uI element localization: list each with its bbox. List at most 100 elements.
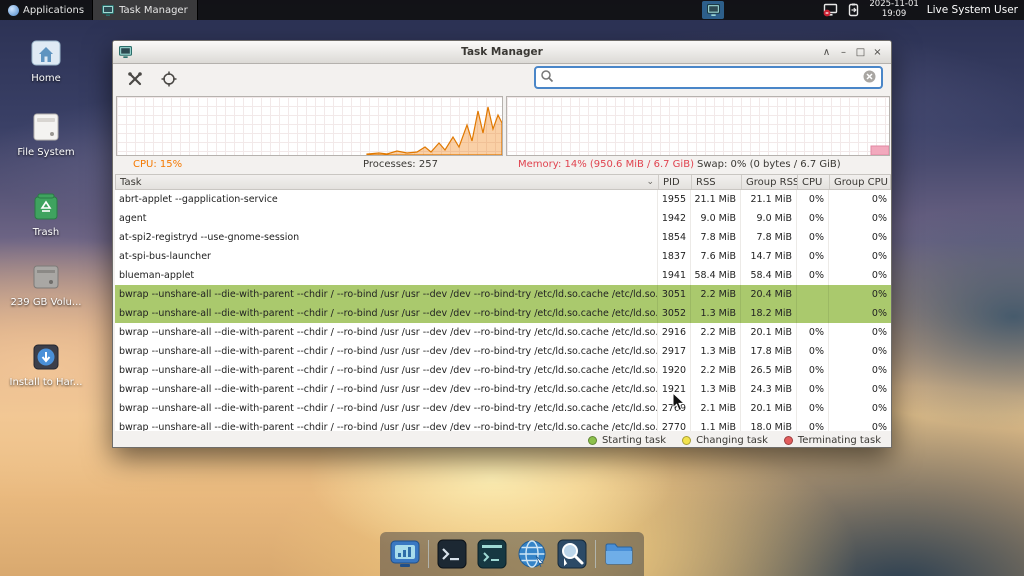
group-rss-cell: 14.7 MiB: [741, 247, 797, 266]
trash-icon: [29, 190, 63, 224]
rss-cell: 58.4 MiB: [691, 266, 741, 285]
table-row[interactable]: at-spi2-registryd --use-gnome-session 18…: [115, 228, 891, 247]
cpu-cell: 0%: [797, 342, 829, 361]
dock-separator: [595, 540, 596, 568]
table-row[interactable]: abrt-applet --gapplication-service 1955 …: [115, 190, 891, 209]
task-cell: bwrap --unshare-all --die-with-parent --…: [115, 399, 658, 418]
pid-cell: 2769: [658, 399, 691, 418]
cpu-cell: 0%: [797, 323, 829, 342]
column-header-pid[interactable]: PID: [659, 175, 692, 189]
task-cell: bwrap --unshare-all --die-with-parent --…: [115, 285, 658, 304]
tray-task-manager-button[interactable]: [702, 1, 724, 19]
remote-display-tray-icon[interactable]: [823, 3, 838, 17]
cpu-cell: 0%: [797, 247, 829, 266]
search-input[interactable]: [554, 71, 863, 84]
task-cell: bwrap --unshare-all --die-with-parent --…: [115, 304, 658, 323]
column-header-task[interactable]: Task ⌄: [116, 175, 659, 189]
titlebar[interactable]: Task Manager ∧ – □ ×: [113, 41, 891, 64]
table-row[interactable]: bwrap --unshare-all --die-with-parent --…: [115, 304, 891, 323]
group-rss-cell: 20.1 MiB: [741, 323, 797, 342]
sort-chevron-icon: ⌄: [646, 177, 654, 187]
rss-cell: 2.2 MiB: [691, 361, 741, 380]
column-header-group-cpu[interactable]: Group CPU: [830, 175, 892, 189]
shade-button[interactable]: ∧: [819, 45, 834, 60]
task-cell: bwrap --unshare-all --die-with-parent --…: [115, 380, 658, 399]
applications-menu[interactable]: Applications: [0, 0, 92, 20]
task-cell: at-spi-bus-launcher: [115, 247, 658, 266]
group-cpu-cell: 0%: [829, 285, 891, 304]
cpu-cell: 0%: [797, 399, 829, 418]
desktop-icon-volume[interactable]: 239 GB Volu...: [8, 260, 84, 308]
cpu-cell: 0%: [797, 228, 829, 247]
rss-cell: 2.1 MiB: [691, 399, 741, 418]
table-row[interactable]: bwrap --unshare-all --die-with-parent --…: [115, 418, 891, 431]
dock-file-manager[interactable]: [602, 537, 636, 571]
desktop-icon-home[interactable]: Home: [8, 36, 84, 84]
group-rss-cell: 20.1 MiB: [741, 399, 797, 418]
table-header: Task ⌄ PID RSS Group RSS CPU Group CPU: [115, 174, 891, 190]
column-header-rss[interactable]: RSS: [692, 175, 742, 189]
legend-changing: Changing task: [682, 435, 768, 446]
table-row[interactable]: blueman-applet 1941 58.4 MiB 58.4 MiB 0%…: [115, 266, 891, 285]
table-row[interactable]: bwrap --unshare-all --die-with-parent --…: [115, 342, 891, 361]
task-cell: bwrap --unshare-all --die-with-parent --…: [115, 418, 658, 431]
cpu-cell: [797, 285, 829, 304]
session-power-tray-icon[interactable]: [846, 3, 861, 17]
clock-date: 2025-11-01: [869, 0, 918, 9]
close-button[interactable]: ×: [870, 45, 885, 60]
group-cpu-cell: 0%: [829, 342, 891, 361]
rss-cell: 2.2 MiB: [691, 323, 741, 342]
table-row[interactable]: bwrap --unshare-all --die-with-parent --…: [115, 399, 891, 418]
table-row[interactable]: bwrap --unshare-all --die-with-parent --…: [115, 361, 891, 380]
desktop-icon-installer[interactable]: Install to Har...: [8, 340, 84, 388]
table-row[interactable]: bwrap --unshare-all --die-with-parent --…: [115, 380, 891, 399]
processes-stat: Processes: 257: [363, 159, 438, 170]
rss-cell: 1.1 MiB: [691, 418, 741, 431]
desktop-icon-filesystem[interactable]: File System: [8, 110, 84, 158]
desktop: Applications Task Manager 2025-11-01 19:…: [0, 0, 1024, 576]
table-row[interactable]: at-spi-bus-launcher 1837 7.6 MiB 14.7 Mi…: [115, 247, 891, 266]
swap-stat: Swap: 0% (0 bytes / 6.7 GiB): [697, 159, 841, 170]
dock-terminal-alt[interactable]: [475, 537, 509, 571]
desktop-icon-trash[interactable]: Trash: [8, 190, 84, 238]
group-rss-cell: 7.8 MiB: [741, 228, 797, 247]
pid-cell: 2916: [658, 323, 691, 342]
dock-terminal[interactable]: [435, 537, 469, 571]
cpu-cell: 0%: [797, 380, 829, 399]
distro-logo-icon: [8, 5, 19, 16]
desktop-icon-label: Trash: [33, 227, 59, 238]
group-cpu-cell: 0%: [829, 247, 891, 266]
group-cpu-cell: 0%: [829, 418, 891, 431]
maximize-button[interactable]: □: [853, 45, 868, 60]
pid-cell: 3052: [658, 304, 691, 323]
task-manager-icon: [102, 5, 114, 16]
stats-row: CPU: 15% Processes: 257 Memory: 14% (950…: [113, 159, 891, 173]
group-rss-cell: 21.1 MiB: [741, 190, 797, 209]
process-rows: abrt-applet --gapplication-service 1955 …: [115, 190, 891, 431]
dock-application-finder[interactable]: [555, 537, 589, 571]
clock[interactable]: 2025-11-01 19:09: [869, 0, 918, 20]
table-row[interactable]: agent 1942 9.0 MiB 9.0 MiB 0% 0%: [115, 209, 891, 228]
terminal-icon: [436, 538, 468, 570]
taskbar-window-button[interactable]: Task Manager: [92, 0, 198, 20]
clock-time: 19:09: [882, 9, 907, 19]
legend-starting: Starting task: [588, 435, 666, 446]
pid-cell: 1854: [658, 228, 691, 247]
rss-cell: 7.6 MiB: [691, 247, 741, 266]
group-rss-cell: 18.0 MiB: [741, 418, 797, 431]
search-box: [534, 66, 883, 89]
cpu-cell: 0%: [797, 361, 829, 380]
table-row[interactable]: bwrap --unshare-all --die-with-parent --…: [115, 285, 891, 304]
column-header-cpu[interactable]: CPU: [798, 175, 830, 189]
group-cpu-cell: 0%: [829, 399, 891, 418]
task-cell: bwrap --unshare-all --die-with-parent --…: [115, 361, 658, 380]
pid-cell: 3051: [658, 285, 691, 304]
dock-task-manager[interactable]: [388, 537, 422, 571]
settings-button[interactable]: [123, 67, 147, 91]
clear-search-icon[interactable]: [863, 68, 876, 87]
minimize-button[interactable]: –: [836, 45, 851, 60]
dock-web-browser[interactable]: [515, 537, 549, 571]
column-header-group-rss[interactable]: Group RSS: [742, 175, 798, 189]
table-row[interactable]: bwrap --unshare-all --die-with-parent --…: [115, 323, 891, 342]
identify-window-button[interactable]: [157, 67, 181, 91]
